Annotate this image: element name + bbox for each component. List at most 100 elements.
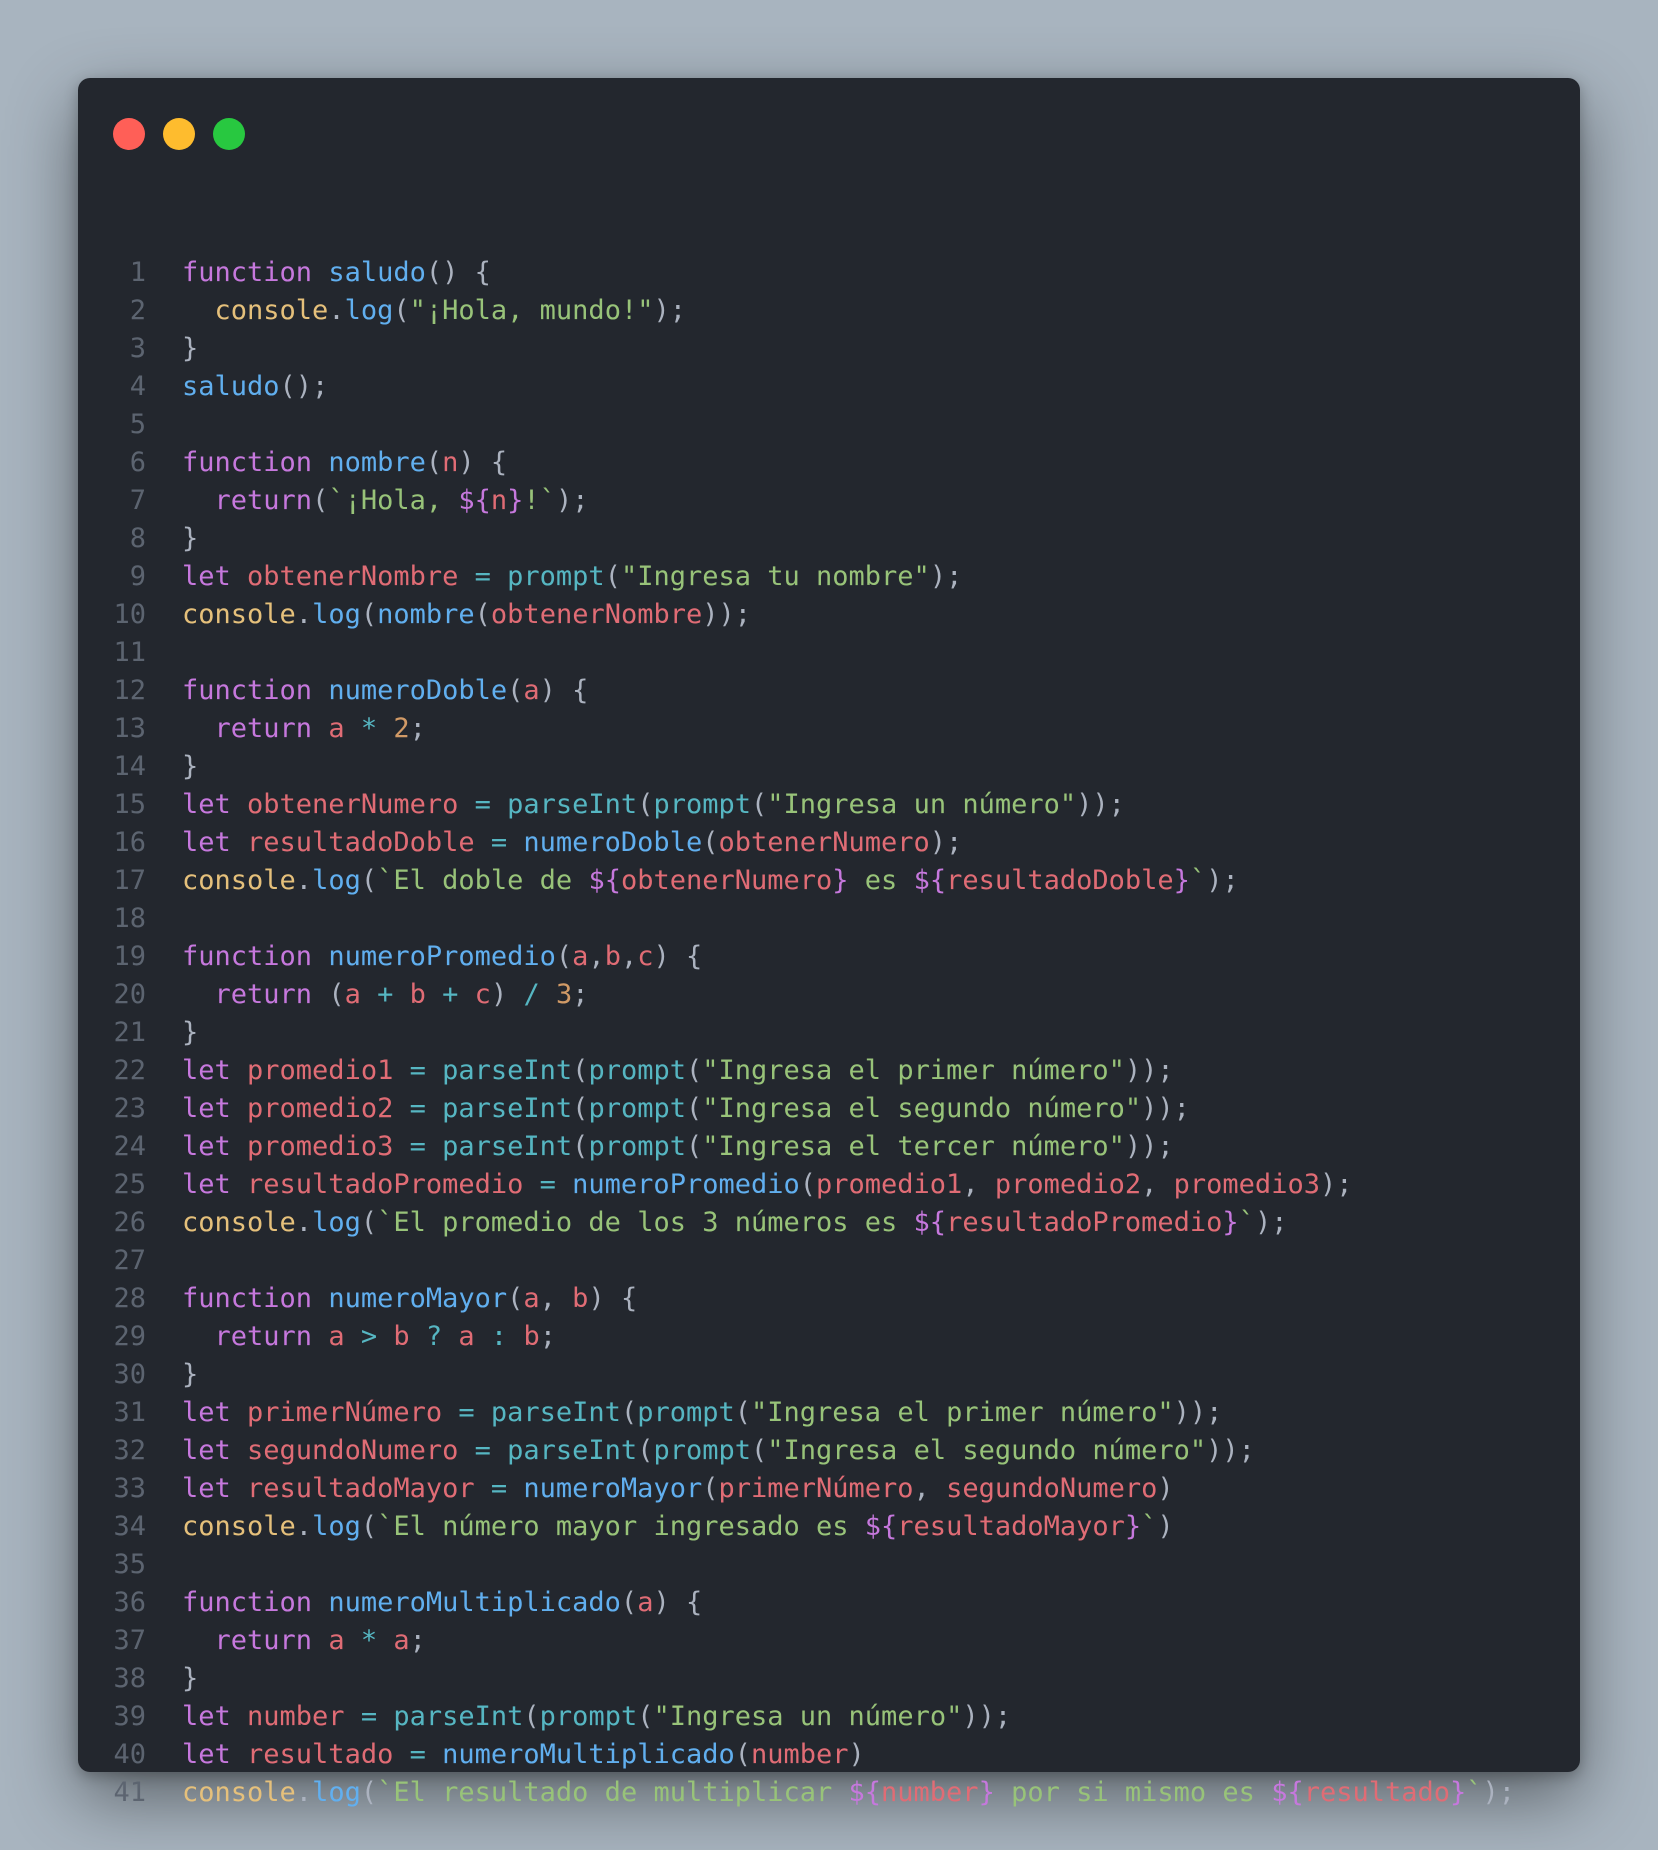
keyword-token: function [182,1283,329,1314]
variable-token: b [409,979,426,1010]
string-token: por si mismo es [994,1777,1272,1808]
punctuation-token: ); [1482,1777,1516,1808]
code-line: 17 console.log(`El doble de ${obtenerNume… [78,862,1580,900]
minimize-button[interactable] [163,118,195,150]
punctuation-token: } [182,1359,199,1390]
code-line: 21} [78,1014,1580,1052]
punctuation-token: ( [312,485,329,516]
string-token: ` [1466,1777,1483,1808]
line-number: 12 [113,675,146,706]
code-line: 12 function numeroDoble(a) { [78,672,1580,710]
line-number: 13 [113,713,146,744]
code-line: 7 return(`¡Hola, ${n}!`); [78,482,1580,520]
keyword-token: let [182,561,248,592]
line-number: 40 [113,1739,146,1770]
line-number: 21 [113,1017,146,1048]
builtin-token: console [214,295,329,326]
line-code: let resultadoDoble = numeroDoble(obtener… [182,824,962,862]
line-code: function numeroDoble(a) { [182,672,588,710]
code-line: 33 let resultadoMayor = numeroMayor(prime… [78,1470,1580,1508]
punctuation-token: , [539,1283,573,1314]
keyword-token: let [182,1093,248,1124]
punctuation-token: ( [360,1777,378,1808]
code-line: 16 let resultadoDoble = numeroDoble(obten… [78,824,1580,862]
operator-token: > [344,1321,394,1352]
line-code: console.log(`El doble de ${obtenerNumero… [182,862,1239,900]
punctuation-token: ( [604,561,621,592]
function-token: nombre [328,447,426,478]
operator-token: = [393,1131,443,1162]
string-token: ` [1141,1511,1158,1542]
code-line: 23 let promedio2 = parseInt(prompt("Ingre… [78,1090,1580,1128]
punctuation-token: )); [1173,1397,1223,1428]
keyword-token: ${ [913,865,947,896]
punctuation-token: . [328,295,345,326]
punctuation-token: ); [1319,1169,1353,1200]
keyword-token: let [182,1435,248,1466]
variable-token: a [572,941,589,972]
line-number: 18 [113,903,146,934]
function-token: numeroMayor [523,1473,703,1504]
punctuation-token: ) [1157,1511,1174,1542]
line-code: let obtenerNombre = prompt("Ingresa tu n… [182,558,962,596]
builtin-function-token: parseInt [507,1435,638,1466]
keyword-token: return [214,1625,329,1656]
builtin-function-token: parseInt [442,1055,573,1086]
builtin-function-token: prompt [507,561,605,592]
code-line: 8} [78,520,1580,558]
line-code: let primerNúmero = parseInt(prompt("Ingr… [182,1394,1222,1432]
builtin-token: console [182,865,296,896]
number-token: 3 [555,979,573,1010]
line-code: } [182,1660,198,1698]
function-token: log [312,865,361,896]
line-number: 27 [113,1245,146,1276]
string-token: "Ingresa el primer número" [702,1055,1125,1086]
string-token: !` [523,485,556,516]
builtin-function-token: prompt [637,1397,735,1428]
line-number: 34 [113,1511,146,1542]
keyword-token: } [978,1777,995,1808]
variable-token: resultadoPromedio [247,1169,524,1200]
builtin-token: console [182,1777,296,1808]
punctuation-token [182,1321,215,1352]
string-token: ` [1238,1207,1255,1238]
function-token: log [312,1511,361,1542]
punctuation-token: , [913,1473,947,1504]
builtin-function-token: prompt [588,1093,686,1124]
code-line: 32 let segundoNumero = parseInt(prompt("I… [78,1432,1580,1470]
maximize-button[interactable] [213,118,245,150]
keyword-token: ${ [913,1207,947,1238]
line-number: 39 [113,1701,146,1732]
punctuation-token: )); [1124,1055,1174,1086]
punctuation-token: ( [702,1473,719,1504]
close-button[interactable] [113,118,145,150]
builtin-function-token: prompt [653,1435,751,1466]
punctuation-token: ) [490,979,508,1010]
keyword-token: } [1222,1207,1239,1238]
variable-token: a [344,979,361,1010]
builtin-function-token: parseInt [442,1131,573,1162]
line-number: 41 [113,1777,146,1808]
punctuation-token: )); [1141,1093,1190,1124]
punctuation-token: ( [474,599,491,630]
keyword-token: ${ [1271,1777,1304,1808]
line-number: 32 [113,1435,146,1466]
code-editor[interactable]: 1 function saludo() {2 console.log("¡Hola… [78,254,1580,1812]
builtin-token: console [182,599,296,630]
code-line: 14} [78,748,1580,786]
line-number: 23 [113,1093,146,1124]
punctuation-token: ( [799,1169,816,1200]
line-code: let promedio3 = parseInt(prompt("Ingresa… [182,1128,1174,1166]
keyword-token: } [507,485,524,516]
builtin-function-token: parseInt [507,789,638,820]
variable-token: promedio1 [816,1169,963,1200]
string-token: "Ingresa un número" [653,1701,963,1732]
line-code: let resultadoMayor = numeroMayor(primerN… [182,1470,1174,1508]
line-number: 5 [129,409,146,440]
code-line: 28 function numeroMayor(a, b) { [78,1280,1580,1318]
function-token: log [312,1207,361,1238]
builtin-function-token: parseInt [490,1397,621,1428]
builtin-function-token: prompt [588,1055,686,1086]
punctuation-token: ( [620,1397,638,1428]
line-code: return a * 2; [182,710,426,748]
